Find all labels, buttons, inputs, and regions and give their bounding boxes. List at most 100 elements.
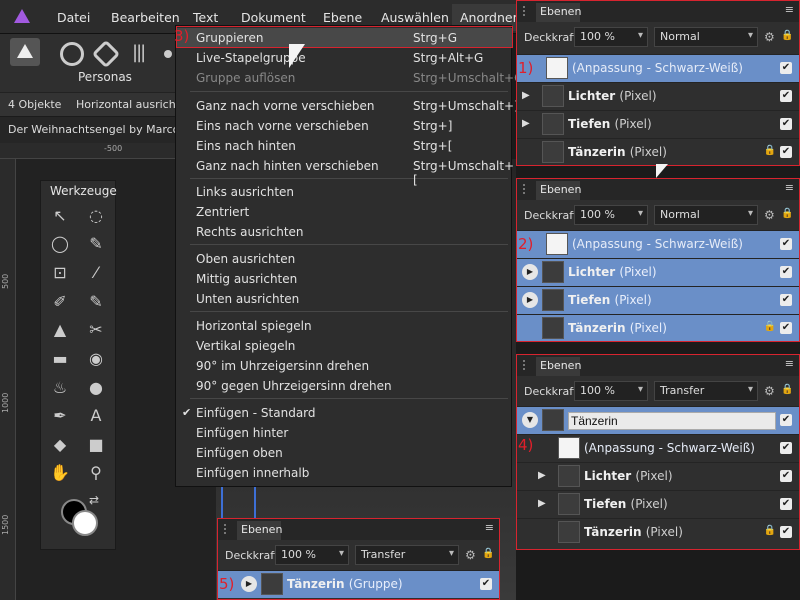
triangle-icon bbox=[17, 44, 33, 58]
menu-item-shortcut: Strg+Alt+G bbox=[413, 51, 484, 65]
horizontal-ruler: -500 bbox=[0, 143, 175, 159]
menu-item-shortcut: Strg+Umschalt+G bbox=[413, 71, 524, 85]
menu-item-label: Einfügen innerhalb bbox=[196, 466, 310, 480]
refine-brush-icon[interactable]: ✎ bbox=[83, 231, 109, 257]
menu-item-90-im-uhrzeigersinn-drehen[interactable]: 90° im Uhrzeigersinn drehen bbox=[176, 356, 513, 376]
brush-icon[interactable]: ✎ bbox=[83, 289, 109, 315]
context-toolbar: 4 Objekte Horizontal ausricht bbox=[0, 92, 180, 116]
lasso-tool-icon[interactable]: ◯ bbox=[47, 231, 73, 257]
menu-item-label: Einfügen - Standard bbox=[196, 406, 316, 420]
highlight-box bbox=[516, 354, 800, 550]
tools-title: Werkzeuge bbox=[50, 184, 117, 198]
align-horizontal-button[interactable]: Horizontal ausricht bbox=[76, 98, 180, 111]
liquify-persona-icon[interactable] bbox=[60, 42, 84, 66]
menu-separator bbox=[190, 398, 508, 399]
photo-persona-button[interactable] bbox=[10, 38, 40, 66]
menu-dokument[interactable]: Dokument bbox=[241, 10, 306, 25]
menu-item-oben-ausrichten[interactable]: Oben ausrichten bbox=[176, 249, 513, 269]
ruler-tick-label: -500 bbox=[104, 144, 123, 153]
menu-item-label: Oben ausrichten bbox=[196, 252, 296, 266]
pen-tool-icon[interactable]: ✒ bbox=[47, 403, 73, 429]
tone-mapping-persona-icon[interactable]: ||| bbox=[132, 42, 156, 66]
move-tool-icon[interactable]: ↖ bbox=[47, 203, 73, 229]
document-title: Der Weihnachtsengel by Marco Kc bbox=[8, 123, 197, 136]
menu-item-einfügen-innerhalb[interactable]: Einfügen innerhalb bbox=[176, 463, 513, 483]
healing-tool-icon[interactable]: ✂ bbox=[83, 317, 109, 343]
ruler-tick-label: 500 bbox=[1, 273, 10, 289]
menu-item-einfügen-oben[interactable]: Einfügen oben bbox=[176, 443, 513, 463]
menu-item-label: Horizontal spiegeln bbox=[196, 319, 312, 333]
menu-item-live-stapelgruppe[interactable]: Live-Stapelgruppe Strg+Alt+G bbox=[176, 48, 513, 68]
menu-item-label: Einfügen oben bbox=[196, 446, 283, 460]
menu-item-gruppe-auflösen[interactable]: Gruppe auflösen Strg+Umschalt+G bbox=[176, 68, 523, 88]
mouse-cursor-icon bbox=[656, 164, 668, 178]
menu-item-label: Ganz nach hinten verschieben bbox=[196, 159, 379, 173]
menu-text[interactable]: Text bbox=[193, 10, 218, 25]
hand-tool-icon[interactable]: ✋ bbox=[47, 460, 73, 486]
burn-tool-icon[interactable]: ♨ bbox=[47, 375, 73, 401]
red-eye-icon[interactable]: ◉ bbox=[83, 346, 109, 372]
menu-auswaehlen[interactable]: Auswählen bbox=[381, 10, 449, 25]
export-persona-icon[interactable] bbox=[164, 50, 172, 58]
menu-item-label: Vertikal spiegeln bbox=[196, 339, 296, 353]
fill-tool-icon[interactable]: ◆ bbox=[47, 432, 73, 458]
menu-item-vertikal-spiegeln[interactable]: Vertikal spiegeln bbox=[176, 336, 513, 356]
menu-separator bbox=[190, 91, 508, 92]
menu-item-shortcut: Strg+] bbox=[413, 119, 453, 133]
selection-brush-icon[interactable]: ◌ bbox=[83, 203, 109, 229]
menu-item-horizontal-spiegeln[interactable]: Horizontal spiegeln bbox=[176, 316, 513, 336]
blur-tool-icon[interactable]: ● bbox=[83, 375, 109, 401]
arrange-menu: Gruppieren Strg+G Live-Stapelgruppe Strg+Al… bbox=[174, 25, 523, 487]
menu-item-unten-ausrichten[interactable]: Unten ausrichten bbox=[176, 289, 513, 309]
shape-tool-icon[interactable]: ■ bbox=[83, 432, 109, 458]
menu-item-90-gegen-uhrzeigersinn-drehen[interactable]: 90° gegen Uhrzeigersinn drehen bbox=[176, 376, 513, 396]
menu-item-label: 90° gegen Uhrzeigersinn drehen bbox=[196, 379, 392, 393]
menu-item-eins-nach-vorne-verschieben[interactable]: Eins nach vorne verschieben Strg+] bbox=[176, 116, 513, 136]
menu-item-label: Einfügen hinter bbox=[196, 426, 289, 440]
develop-persona-icon[interactable] bbox=[91, 39, 121, 69]
menu-item-rechts-ausrichten[interactable]: Rechts ausrichten bbox=[176, 222, 513, 242]
menu-item-mittig-ausrichten[interactable]: Mittig ausrichten bbox=[176, 269, 513, 289]
highlight-box bbox=[176, 26, 513, 48]
patch-tool-icon[interactable]: ▬ bbox=[47, 346, 73, 372]
highlight-box bbox=[217, 518, 500, 600]
check-icon: ✔ bbox=[182, 406, 192, 419]
menu-datei[interactable]: Datei bbox=[57, 10, 90, 25]
menu-ebene[interactable]: Ebene bbox=[323, 10, 362, 25]
menu-item-label: Zentriert bbox=[196, 205, 250, 219]
color-picker-icon[interactable]: ⁄ bbox=[83, 260, 109, 286]
menu-item-ganz-nach-hinten-verschieben[interactable]: Ganz nach hinten verschieben Strg+Umschal… bbox=[176, 156, 514, 187]
menu-item-links-ausrichten[interactable]: Links ausrichten bbox=[176, 182, 513, 202]
menu-item-shortcut: Strg+[ bbox=[413, 139, 453, 153]
tools-panel: Werkzeuge ↖ ◌ ◯ ✎ ⊡ ⁄ ✐ ✎ ▲ ✂ ▬ ◉ ♨ ● ✒ … bbox=[40, 180, 117, 550]
highlight-box bbox=[516, 178, 800, 342]
mouse-cursor-icon bbox=[289, 44, 305, 68]
stamp-tool-icon[interactable]: ▲ bbox=[47, 317, 73, 343]
menu-bearbeiten[interactable]: Bearbeiten bbox=[111, 10, 180, 25]
crop-tool-icon[interactable]: ⊡ bbox=[47, 260, 73, 286]
text-tool-icon[interactable]: A bbox=[83, 403, 109, 429]
menu-item-label: Gruppe auflösen bbox=[196, 71, 296, 85]
secondary-color-swatch[interactable] bbox=[72, 510, 98, 536]
menu-item-label: Unten ausrichten bbox=[196, 292, 300, 306]
paint-brush-icon[interactable]: ✐ bbox=[47, 289, 73, 315]
personas-bar: ||| Personas bbox=[0, 34, 175, 92]
vertical-ruler: 500 1000 1500 bbox=[0, 159, 16, 600]
menu-item-label: Ganz nach vorne verschieben bbox=[196, 99, 375, 113]
menu-separator bbox=[190, 311, 508, 312]
document-tab[interactable]: Der Weihnachtsengel by Marco Kc bbox=[0, 117, 196, 143]
personas-label: Personas bbox=[78, 70, 132, 84]
swap-colors-icon[interactable]: ⇄ bbox=[89, 493, 99, 507]
highlight-box bbox=[516, 0, 800, 166]
menu-item-shortcut: Strg+Umschalt+] bbox=[413, 99, 519, 113]
menu-item-einfügen-standard[interactable]: ✔ Einfügen - Standard bbox=[176, 403, 513, 423]
menu-item-einfügen-hinter[interactable]: Einfügen hinter bbox=[176, 423, 513, 443]
menu-item-label: Eins nach hinten bbox=[196, 139, 296, 153]
ruler-tick-label: 1500 bbox=[1, 514, 10, 535]
menu-item-ganz-nach-vorne-verschieben[interactable]: Ganz nach vorne verschieben Strg+Umschalt… bbox=[176, 96, 519, 116]
menu-item-zentriert[interactable]: Zentriert bbox=[176, 202, 513, 222]
app-logo-icon[interactable] bbox=[14, 9, 30, 23]
menu-item-label: 90° im Uhrzeigersinn drehen bbox=[196, 359, 370, 373]
zoom-tool-icon[interactable]: ⚲ bbox=[83, 460, 109, 486]
menu-item-eins-nach-hinten[interactable]: Eins nach hinten Strg+[ bbox=[176, 136, 513, 156]
